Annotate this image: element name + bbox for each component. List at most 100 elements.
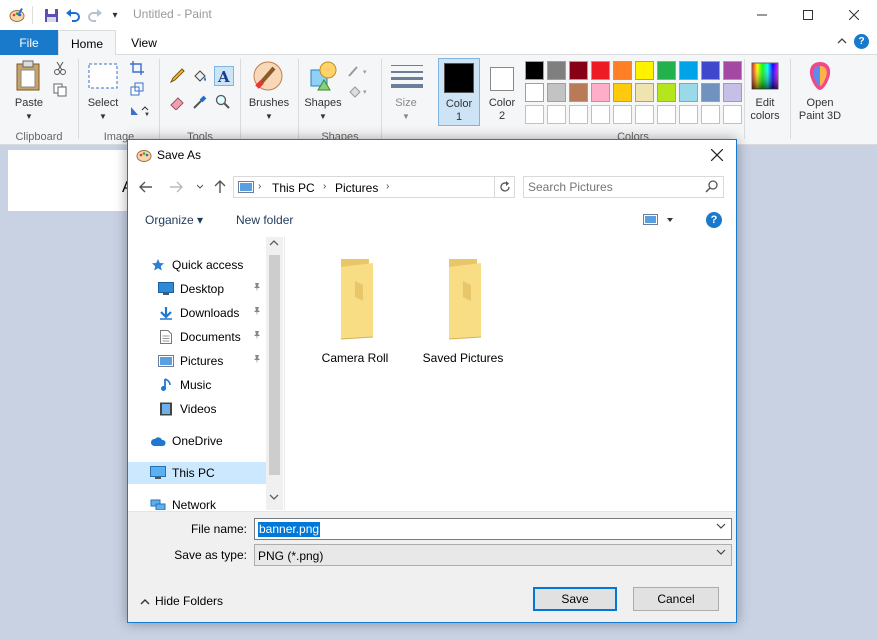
palette-custom-swatch[interactable] xyxy=(701,105,720,124)
pin-icon[interactable] xyxy=(252,282,262,295)
palette-swatch[interactable] xyxy=(569,83,588,102)
search-box[interactable] xyxy=(523,176,724,198)
organize-button[interactable]: Organize ▾ xyxy=(145,213,203,227)
open-paint3d-button[interactable]: Open Paint 3D xyxy=(792,55,848,145)
scroll-down-arrow-icon[interactable] xyxy=(269,493,279,503)
redo-icon[interactable] xyxy=(86,6,104,24)
minimize-button[interactable] xyxy=(739,0,785,30)
brushes-icon[interactable] xyxy=(251,59,285,93)
resize-icon[interactable] xyxy=(129,81,145,97)
text-tool-icon[interactable]: A xyxy=(214,66,234,86)
palette-custom-swatch[interactable] xyxy=(635,105,654,124)
cut-icon[interactable] xyxy=(52,60,68,76)
search-input[interactable] xyxy=(528,179,698,195)
file-name-value[interactable]: banner.png xyxy=(258,522,321,537)
drawing-canvas[interactable]: A xyxy=(8,150,133,211)
palette-swatch[interactable] xyxy=(613,61,632,80)
new-folder-button[interactable]: New folder xyxy=(236,213,293,227)
select-icon[interactable] xyxy=(87,62,119,90)
select-dropdown-arrow[interactable]: ▼ xyxy=(83,110,123,123)
palette-swatch[interactable] xyxy=(569,61,588,80)
breadcrumb-pictures[interactable]: Pictures xyxy=(335,181,378,195)
nav-item-music[interactable]: Music xyxy=(128,374,266,396)
address-bar[interactable]: › This PC › Pictures › xyxy=(233,176,588,198)
palette-swatch[interactable] xyxy=(679,83,698,102)
size-dropdown-arrow[interactable]: ▼ xyxy=(382,110,430,123)
nav-quick-access[interactable]: Quick access xyxy=(128,254,266,276)
palette-custom-swatch[interactable] xyxy=(525,105,544,124)
palette-custom-swatch[interactable] xyxy=(547,105,566,124)
tab-home[interactable]: Home xyxy=(58,30,116,56)
forward-arrow-icon[interactable] xyxy=(166,177,186,197)
palette-swatch[interactable] xyxy=(679,61,698,80)
file-name-dropdown-chevron-icon[interactable] xyxy=(716,522,726,533)
palette-swatch[interactable] xyxy=(525,83,544,102)
select-label[interactable]: Select xyxy=(83,97,123,110)
crop-icon[interactable] xyxy=(129,60,145,76)
palette-custom-swatch[interactable] xyxy=(569,105,588,124)
palette-custom-swatch[interactable] xyxy=(591,105,610,124)
palette-swatch[interactable] xyxy=(547,83,566,102)
change-view-button[interactable] xyxy=(643,213,675,230)
nav-item-documents[interactable]: Documents xyxy=(128,326,266,348)
customize-toolbar-icon[interactable]: ▾ xyxy=(106,6,124,24)
edit-colors-button[interactable]: Edit colors xyxy=(745,55,785,145)
save-icon[interactable] xyxy=(42,6,60,24)
brushes-dropdown-arrow[interactable]: ▼ xyxy=(243,110,295,123)
palette-swatch[interactable] xyxy=(591,61,610,80)
undo-icon[interactable] xyxy=(64,6,82,24)
pin-icon[interactable] xyxy=(252,354,262,367)
palette-swatch[interactable] xyxy=(525,61,544,80)
palette-swatch[interactable] xyxy=(613,83,632,102)
folder-saved-pictures[interactable]: Saved Pictures xyxy=(413,251,513,365)
help-icon[interactable]: ? xyxy=(854,34,869,49)
palette-custom-swatch[interactable] xyxy=(613,105,632,124)
eraser-icon[interactable] xyxy=(168,93,186,111)
magnifier-icon[interactable] xyxy=(214,93,232,111)
refresh-icon[interactable] xyxy=(494,177,514,197)
size-icon[interactable] xyxy=(390,61,424,91)
file-name-field[interactable]: banner.png xyxy=(254,518,732,540)
shapes-icon[interactable] xyxy=(307,59,339,93)
back-arrow-icon[interactable] xyxy=(136,177,156,197)
fill-bucket-icon[interactable] xyxy=(191,67,209,85)
tab-view[interactable]: View xyxy=(116,30,172,55)
nav-scrollbar[interactable] xyxy=(266,237,283,510)
palette-custom-swatch[interactable] xyxy=(657,105,676,124)
folder-camera-roll[interactable]: Camera Roll xyxy=(305,251,405,365)
cancel-button[interactable]: Cancel xyxy=(633,587,719,611)
scrollbar-thumb[interactable] xyxy=(269,255,280,475)
shapes-dropdown-arrow[interactable]: ▼ xyxy=(301,110,345,123)
pin-icon[interactable] xyxy=(252,330,262,343)
palette-swatch[interactable] xyxy=(591,83,610,102)
nav-item-videos[interactable]: Videos xyxy=(128,398,266,420)
fill-icon[interactable]: ▾ xyxy=(347,83,373,99)
palette-swatch[interactable] xyxy=(701,61,720,80)
color1-button[interactable]: Color 1 xyxy=(438,58,480,126)
tab-file[interactable]: File xyxy=(0,30,58,55)
paste-icon[interactable] xyxy=(14,59,44,93)
palette-custom-swatch[interactable] xyxy=(679,105,698,124)
palette-swatch[interactable] xyxy=(635,61,654,80)
breadcrumb-this-pc[interactable]: This PC xyxy=(272,181,315,195)
rotate-icon[interactable]: ▼ xyxy=(129,102,151,118)
color-picker-icon[interactable] xyxy=(191,93,209,111)
nav-this-pc[interactable]: This PC xyxy=(128,462,266,484)
pin-icon[interactable] xyxy=(252,306,262,319)
search-icon[interactable] xyxy=(705,180,718,196)
palette-swatch[interactable] xyxy=(723,61,742,80)
palette-swatch[interactable] xyxy=(701,83,720,102)
palette-swatch[interactable] xyxy=(657,61,676,80)
group-size[interactable]: Size ▼ xyxy=(382,55,432,145)
save-button[interactable]: Save xyxy=(533,587,617,611)
group-brushes[interactable]: Brushes ▼ xyxy=(241,55,297,145)
help-icon[interactable]: ? xyxy=(706,212,722,228)
nav-network[interactable]: Network xyxy=(128,494,266,510)
close-button[interactable] xyxy=(831,0,877,30)
copy-icon[interactable] xyxy=(52,82,68,98)
palette-swatch[interactable] xyxy=(547,61,566,80)
chevron-up-icon[interactable] xyxy=(837,35,847,49)
palette-custom-swatch[interactable] xyxy=(723,105,742,124)
paste-dropdown-arrow[interactable]: ▼ xyxy=(10,110,48,123)
paint-app-icon[interactable] xyxy=(8,6,26,24)
